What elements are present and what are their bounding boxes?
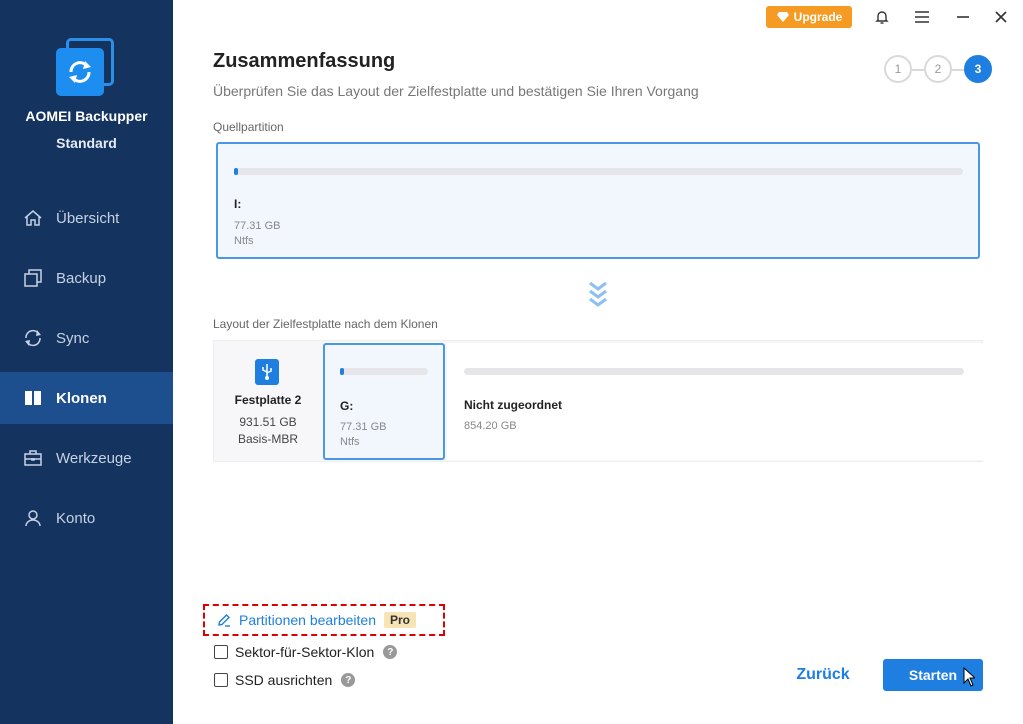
- step-connector: [952, 69, 964, 71]
- sidebar-item-sync[interactable]: Sync: [0, 312, 173, 364]
- source-section-label: Quellpartition: [213, 120, 284, 134]
- step-connector: [912, 69, 924, 71]
- page-subtitle: Überprüfen Sie das Layout der Zielfestpl…: [213, 83, 699, 99]
- chevron-double-down-icon: [588, 280, 608, 310]
- help-icon[interactable]: ?: [383, 645, 398, 659]
- source-partition-card[interactable]: I: 77.31 GB Ntfs: [216, 142, 980, 259]
- step-2: 2: [924, 55, 952, 83]
- source-usage-fill: [234, 168, 238, 175]
- destination-disk-info: Festplatte 2 931.51 GB Basis-MBR: [214, 341, 322, 463]
- destination-partition-size: 77.31 GB: [340, 421, 387, 433]
- sidebar-item-label: Backup: [56, 269, 107, 287]
- sidebar: AOMEI Backupper Standard Übersicht Backu…: [0, 0, 173, 724]
- destination-partition-card[interactable]: G: 77.31 GB Ntfs: [323, 343, 445, 460]
- pro-badge: Pro: [384, 612, 417, 628]
- destination-disk-type: Basis-MBR: [237, 432, 298, 446]
- minimize-icon[interactable]: [952, 6, 974, 28]
- ssd-align-option: SSD ausrichten ?: [214, 672, 356, 688]
- home-icon: [23, 208, 43, 228]
- sector-clone-checkbox[interactable]: [214, 645, 228, 659]
- unallocated-label: Nicht zugeordnet: [464, 398, 562, 412]
- menu-icon[interactable]: [911, 6, 933, 28]
- sidebar-item-label: Klonen: [56, 389, 107, 407]
- sector-clone-label: Sektor-für-Sektor-Klon: [235, 644, 375, 660]
- unallocated-bar: [464, 368, 964, 375]
- app-name: AOMEI Backupper: [25, 108, 148, 124]
- sidebar-item-account[interactable]: Konto: [0, 492, 173, 544]
- back-button[interactable]: Zurück: [790, 662, 856, 688]
- ssd-align-label: SSD ausrichten: [235, 672, 333, 688]
- usb-drive-icon: [254, 357, 280, 392]
- close-icon[interactable]: [990, 6, 1012, 28]
- ssd-align-checkbox[interactable]: [214, 673, 228, 687]
- upgrade-label: Upgrade: [793, 10, 843, 24]
- source-usage-bar: [234, 168, 963, 175]
- source-partition-name: I:: [234, 197, 242, 211]
- sidebar-item-label: Sync: [56, 329, 90, 347]
- sector-clone-option: Sektor-für-Sektor-Klon ?: [214, 644, 398, 660]
- destination-usage-fill: [340, 368, 344, 375]
- destination-partition-name: G:: [340, 399, 354, 413]
- diamond-icon: [776, 12, 789, 22]
- pencil-icon: [218, 614, 230, 627]
- destination-partition-fs: Ntfs: [340, 436, 360, 448]
- sidebar-item-clone[interactable]: Klonen: [0, 372, 173, 424]
- help-icon[interactable]: ?: [341, 673, 356, 687]
- source-partition-size: 77.31 GB: [234, 220, 281, 232]
- sidebar-item-tools[interactable]: Werkzeuge: [0, 432, 173, 484]
- sidebar-item-overview[interactable]: Übersicht: [0, 192, 173, 244]
- upgrade-button[interactable]: Upgrade: [766, 6, 852, 28]
- mouse-cursor-icon: [963, 666, 977, 692]
- sidebar-item-label: Konto: [56, 509, 96, 527]
- destination-section-label: Layout der Zielfestplatte nach dem Klone…: [213, 317, 438, 331]
- step-3: 3: [964, 55, 992, 83]
- user-icon: [23, 508, 43, 528]
- sync-icon: [23, 328, 43, 348]
- tools-icon: [23, 448, 43, 468]
- app-logo-icon: [56, 38, 114, 96]
- clone-icon: [23, 388, 43, 408]
- source-partition-fs: Ntfs: [234, 235, 254, 247]
- destination-disk-layout: Festplatte 2 931.51 GB Basis-MBR G: 77.3…: [213, 340, 983, 462]
- edit-partitions-highlight: Partitionen bearbeiten Pro: [203, 604, 445, 636]
- destination-disk-name: Festplatte 2: [234, 393, 302, 407]
- app-edition: Standard: [56, 135, 117, 151]
- edit-partitions-link[interactable]: Partitionen bearbeiten: [239, 612, 376, 628]
- unallocated-size: 854.20 GB: [464, 420, 517, 432]
- sidebar-item-label: Werkzeuge: [56, 449, 132, 467]
- notification-bell-icon[interactable]: [871, 6, 893, 28]
- sidebar-item-label: Übersicht: [56, 209, 120, 227]
- backup-icon: [23, 268, 43, 288]
- destination-usage-bar: [340, 368, 428, 375]
- step-1: 1: [884, 55, 912, 83]
- page-title: Zusammenfassung: [213, 50, 396, 72]
- unallocated-space-card[interactable]: Nicht zugeordnet 854.20 GB: [447, 343, 983, 460]
- destination-disk-size: 931.51 GB: [239, 415, 297, 429]
- sidebar-item-backup[interactable]: Backup: [0, 252, 173, 304]
